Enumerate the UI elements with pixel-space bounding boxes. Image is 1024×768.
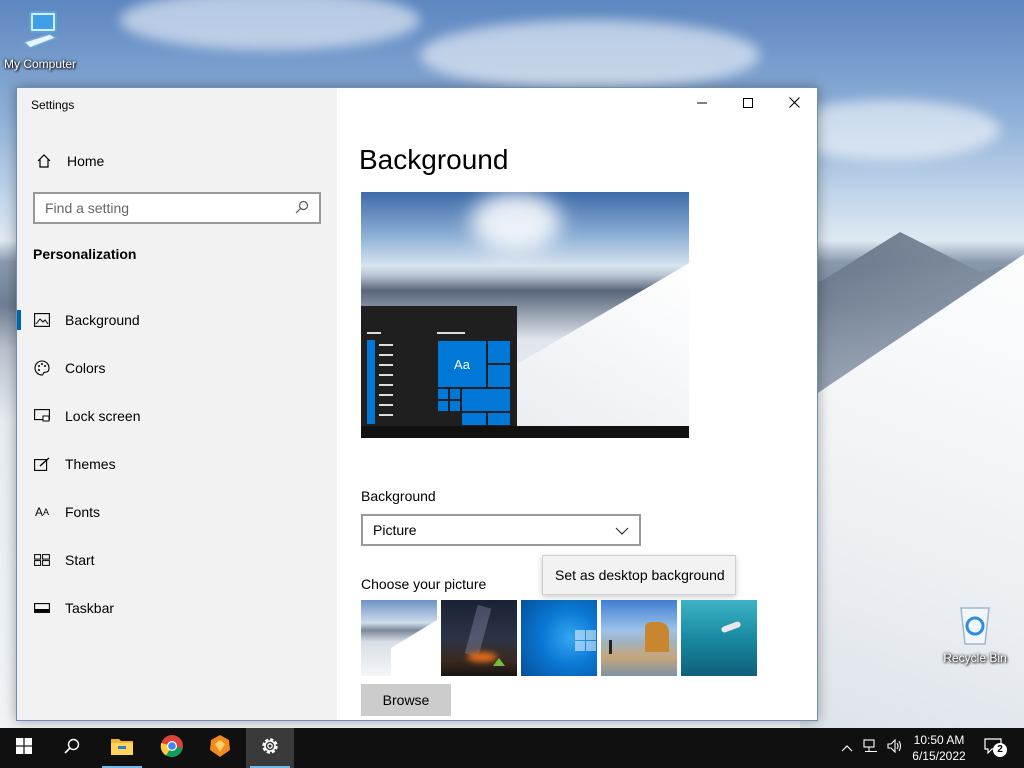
sidebar-item-start[interactable]: Start xyxy=(17,536,337,584)
settings-window: Settings Home Find a setting Personaliza… xyxy=(16,87,818,721)
palette-icon xyxy=(33,359,51,377)
sidebar-item-background[interactable]: Background xyxy=(17,296,337,344)
close-icon xyxy=(788,95,800,113)
show-hidden-icons-button[interactable] xyxy=(838,728,856,768)
notification-count-badge: 2 xyxy=(993,743,1007,757)
clock-date: 6/15/2022 xyxy=(912,749,966,763)
minimize-icon xyxy=(697,95,707,113)
section-title: Personalization xyxy=(33,246,137,262)
taskbar-search-button[interactable] xyxy=(48,728,96,768)
browse-button[interactable]: Browse xyxy=(361,684,451,716)
taskbar-chrome[interactable] xyxy=(148,728,196,768)
my-computer-label: My Computer xyxy=(3,57,77,71)
search-placeholder: Find a setting xyxy=(45,200,130,216)
background-preview: Aa xyxy=(361,192,689,438)
network-icon xyxy=(863,738,879,758)
thumbnail-beach-rocks[interactable] xyxy=(601,600,677,676)
search-input[interactable]: Find a setting xyxy=(33,192,321,224)
search-icon xyxy=(64,738,80,759)
picture-icon xyxy=(33,311,51,329)
start-button[interactable] xyxy=(0,728,48,768)
themes-icon xyxy=(33,455,51,473)
taskbar-settings[interactable] xyxy=(246,728,294,768)
sidebar-item-label: Lock screen xyxy=(65,408,141,424)
notifications-icon: 2 xyxy=(984,738,1007,758)
action-center-button[interactable]: 2 xyxy=(978,728,1012,768)
maximize-button[interactable] xyxy=(725,88,771,120)
choose-picture-label: Choose your picture xyxy=(361,576,487,592)
taskbar-icon xyxy=(33,599,51,617)
thumbnail-snow-mountain[interactable] xyxy=(361,600,437,676)
home-icon xyxy=(35,152,53,170)
sidebar-item-label: Themes xyxy=(65,456,116,472)
fonts-icon: AA xyxy=(34,505,50,519)
taskbar: 10:50 AM 6/15/2022 2 xyxy=(0,728,1024,768)
background-type-dropdown[interactable]: Picture xyxy=(361,514,641,546)
chrome-icon xyxy=(160,734,184,763)
thumbnail-night-sky-tent[interactable] xyxy=(441,600,517,676)
sidebar-item-label: Start xyxy=(65,552,95,568)
sidebar-item-label: Taskbar xyxy=(65,600,115,616)
sidebar-item-fonts[interactable]: AA Fonts xyxy=(17,488,337,536)
sidebar-item-label: Background xyxy=(65,312,140,328)
thumbnail-underwater-swimmer[interactable] xyxy=(681,600,757,676)
sidebar-nav: Background Colors Lock screen Themes A A… xyxy=(17,296,337,632)
sidebar-item-lock-screen[interactable]: Lock screen xyxy=(17,392,337,440)
settings-icon xyxy=(260,736,280,761)
window-caption-buttons xyxy=(679,88,817,120)
computer-icon xyxy=(0,10,80,55)
chevron-down-icon xyxy=(615,522,629,538)
my-computer-desktop-icon[interactable]: My Computer xyxy=(0,10,80,71)
sidebar-item-label: Fonts xyxy=(65,504,101,520)
speaker-icon xyxy=(887,738,903,758)
taskbar-app[interactable] xyxy=(196,728,244,768)
thumbnail-windows-blue[interactable] xyxy=(521,600,597,676)
recycle-bin-desktop-icon[interactable]: Recycle Bin xyxy=(935,602,1015,665)
recycle-bin-icon xyxy=(935,602,1015,649)
volume-tray-button[interactable] xyxy=(884,728,906,768)
taskbar-clock[interactable]: 10:50 AM 6/15/2022 xyxy=(906,732,972,764)
sidebar-item-label: Colors xyxy=(65,360,106,376)
sidebar-item-taskbar[interactable]: Taskbar xyxy=(17,584,337,632)
preview-sample-text: Aa xyxy=(454,356,470,372)
lock-screen-icon xyxy=(33,407,51,425)
file-explorer-icon xyxy=(110,736,134,761)
windows-logo-icon xyxy=(16,737,32,759)
sidebar-item-themes[interactable]: Themes xyxy=(17,440,337,488)
close-button[interactable] xyxy=(771,88,817,120)
window-title: Settings xyxy=(31,98,75,112)
maximize-icon xyxy=(743,95,753,113)
taskbar-file-explorer[interactable] xyxy=(98,728,146,768)
settings-sidebar: Settings Home Find a setting Personaliza… xyxy=(17,88,337,720)
home-label: Home xyxy=(67,153,105,169)
sidebar-item-colors[interactable]: Colors xyxy=(17,344,337,392)
network-tray-button[interactable] xyxy=(860,728,882,768)
start-icon xyxy=(33,551,51,569)
search-icon xyxy=(295,200,309,217)
clock-time: 10:50 AM xyxy=(913,733,965,747)
picture-thumbnails xyxy=(361,600,757,676)
recycle-bin-label: Recycle Bin xyxy=(943,651,1007,665)
minimize-button[interactable] xyxy=(679,88,725,120)
settings-content: Background Aa Background Picture Choose … xyxy=(337,88,817,720)
sidebar-item-home[interactable]: Home xyxy=(17,146,337,176)
set-desktop-background-tooltip: Set as desktop background xyxy=(542,555,736,595)
dropdown-value: Picture xyxy=(373,522,417,538)
background-label: Background xyxy=(361,488,436,504)
app-icon xyxy=(209,734,231,763)
page-title: Background xyxy=(359,144,509,175)
chevron-up-icon xyxy=(841,739,853,757)
